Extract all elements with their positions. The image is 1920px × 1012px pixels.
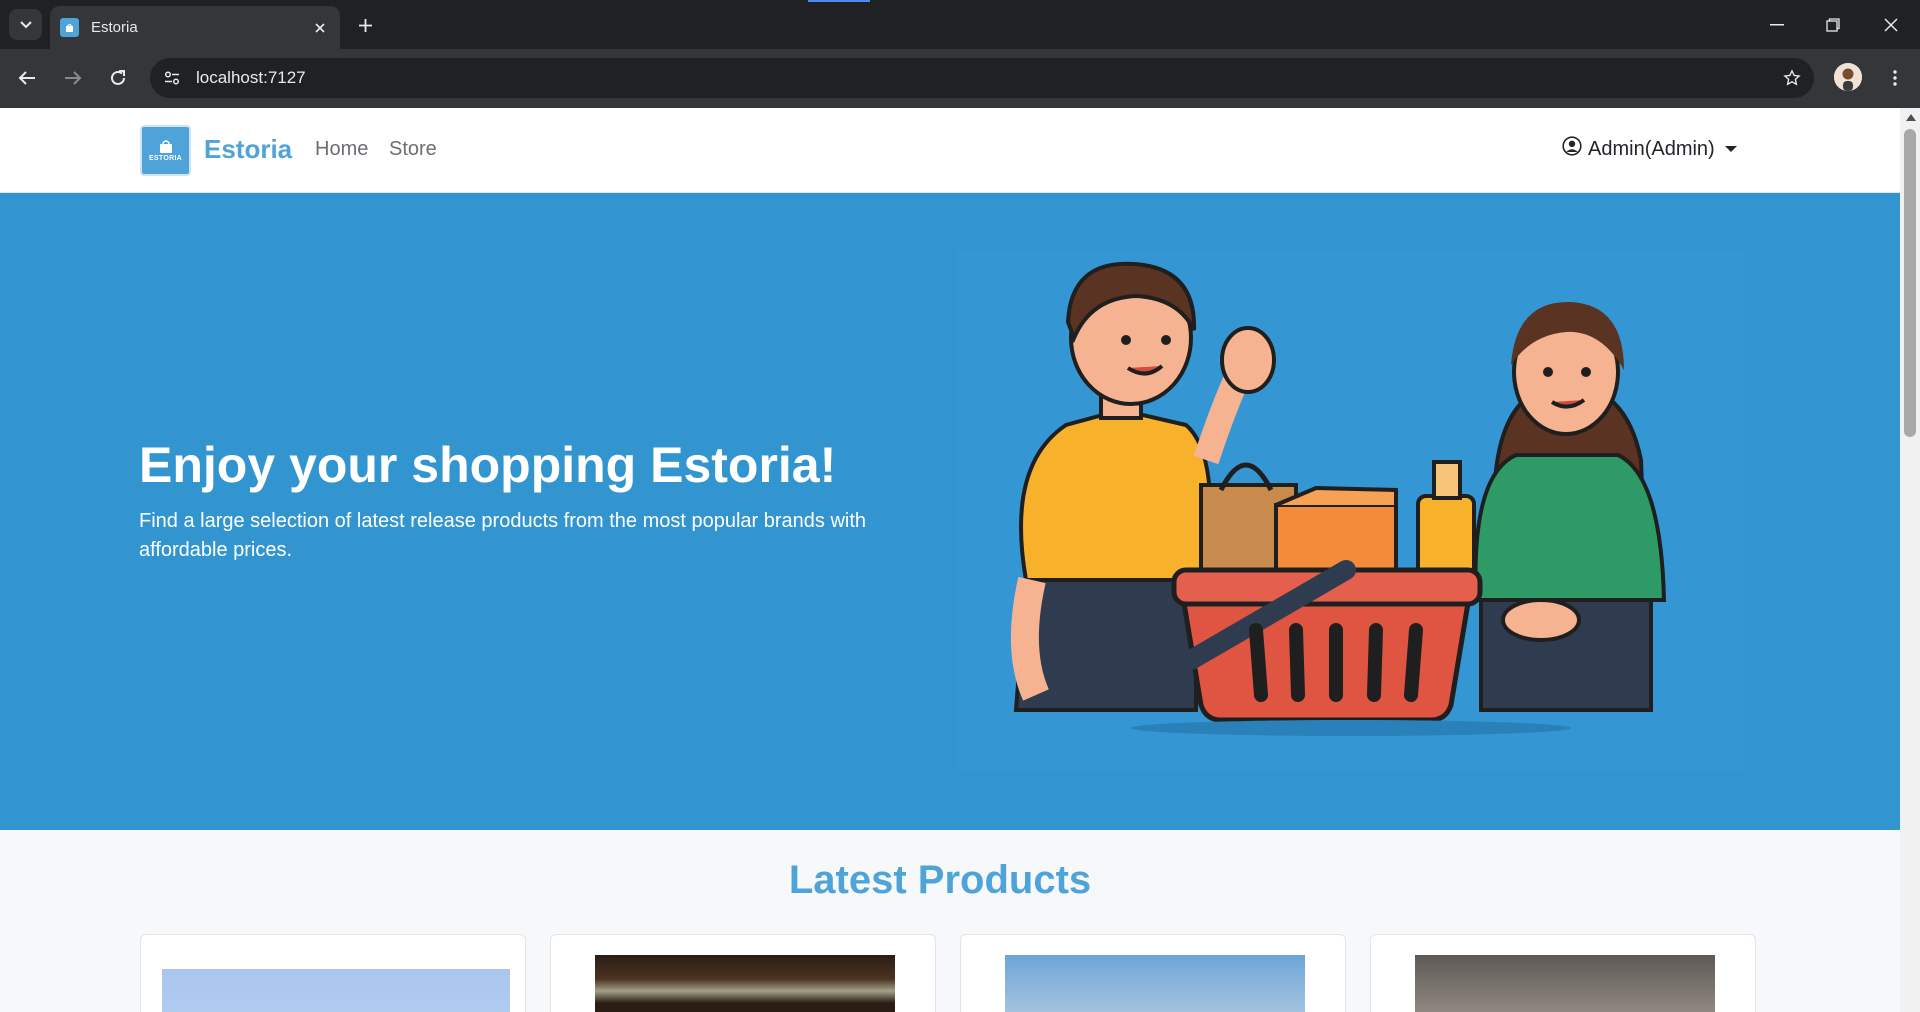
user-circle-icon xyxy=(1562,136,1582,162)
minimize-window-icon[interactable] xyxy=(1749,0,1805,49)
product-card[interactable] xyxy=(960,934,1346,1012)
tab-title: Estoria xyxy=(91,19,138,36)
user-menu-label: Admin(Admin) xyxy=(1588,137,1715,160)
nav-link-home[interactable]: Home xyxy=(315,138,368,161)
product-card[interactable] xyxy=(550,934,936,1012)
back-arrow-icon[interactable] xyxy=(10,61,44,95)
product-image[interactable] xyxy=(595,955,895,1012)
brand-logo[interactable]: ESTORIA xyxy=(140,125,191,176)
product-card[interactable] xyxy=(1370,934,1756,1012)
product-image[interactable] xyxy=(1415,955,1715,1012)
site-info-icon[interactable] xyxy=(158,64,186,92)
scroll-up-arrow-icon[interactable] xyxy=(1906,114,1916,121)
reload-icon[interactable] xyxy=(101,61,135,95)
hero-shopping-illustration xyxy=(956,250,1744,770)
browser-tab-strip: Estoria xyxy=(0,0,1920,49)
forward-arrow-icon[interactable] xyxy=(56,61,90,95)
profile-avatar[interactable] xyxy=(1834,63,1862,91)
nav-link-store[interactable]: Store xyxy=(389,138,437,161)
chevron-down-icon xyxy=(19,16,32,34)
address-bar[interactable]: localhost:7127 xyxy=(150,58,1814,98)
product-image[interactable] xyxy=(1005,955,1305,1012)
close-tab-icon[interactable] xyxy=(310,18,330,38)
product-card[interactable] xyxy=(140,934,526,1012)
brand-logo-text: ESTORIA xyxy=(148,154,183,162)
restore-window-icon[interactable] xyxy=(1805,0,1861,49)
bookmark-star-icon[interactable] xyxy=(1778,64,1806,92)
site-navbar: ESTORIA Estoria Home Store Admin(Admin) xyxy=(0,108,1900,193)
hero-title: Enjoy your shopping Estoria! xyxy=(139,437,837,493)
product-image[interactable] xyxy=(162,969,510,1012)
shopping-bag-icon xyxy=(159,139,172,153)
hero-subtitle: Find a large selection of latest release… xyxy=(139,510,867,561)
page-viewport: ESTORIA Estoria Home Store Admin(Admin) … xyxy=(0,108,1900,1012)
tab-favicon-icon xyxy=(60,18,79,37)
address-url: localhost:7127 xyxy=(196,68,306,87)
browser-toolbar: localhost:7127 xyxy=(0,49,1920,108)
new-tab-plus-icon[interactable] xyxy=(352,12,378,38)
browser-menu-icon[interactable] xyxy=(1878,61,1912,95)
latest-products-title: Latest Products xyxy=(788,858,1092,902)
user-menu-dropdown[interactable]: Admin(Admin) xyxy=(1562,136,1737,162)
brand-name[interactable]: Estoria xyxy=(204,134,292,165)
scrollbar-thumb[interactable] xyxy=(1904,129,1916,437)
tab-search-button[interactable] xyxy=(9,9,42,40)
browser-tab-active[interactable]: Estoria xyxy=(50,6,340,49)
caret-down-icon xyxy=(1724,146,1737,152)
hero-banner: Enjoy your shopping Estoria! Find a larg… xyxy=(0,193,1900,830)
page-scrollbar[interactable] xyxy=(1900,108,1920,1012)
tab-strip-indicator xyxy=(808,0,870,2)
close-window-icon[interactable] xyxy=(1863,0,1919,49)
